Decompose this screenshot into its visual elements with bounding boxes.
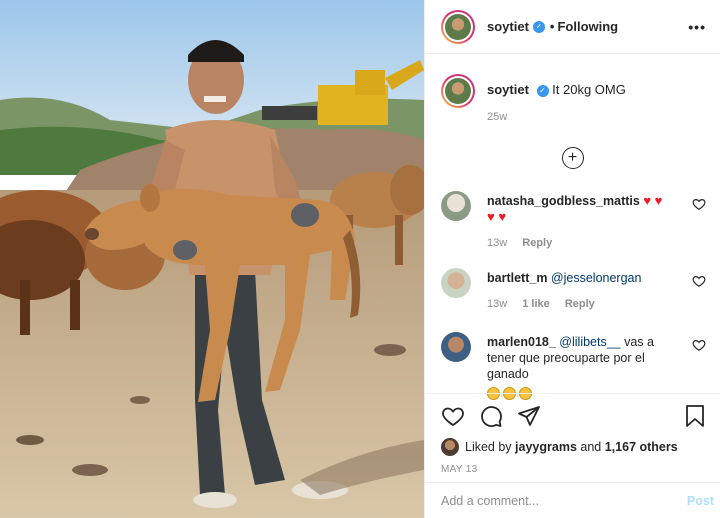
comment-username[interactable]: natasha_godbless_mattis	[487, 194, 640, 208]
plus-circle-icon[interactable]: +	[561, 147, 584, 169]
comment-mention[interactable]: @lilibets__	[559, 335, 620, 349]
like-comment-heart-icon[interactable]	[692, 338, 706, 352]
post-image	[0, 0, 424, 518]
comment-time[interactable]: 13w	[487, 298, 507, 310]
comment-mention[interactable]: @jesselonergan	[551, 271, 642, 285]
likes-count[interactable]: 1,167 others	[605, 440, 678, 454]
verified-icon: ✓	[536, 84, 549, 97]
post-actions-area: Liked by jayygrams and 1,167 others MAY …	[425, 393, 720, 475]
reply-button[interactable]: Reply	[522, 237, 552, 249]
comment-likes[interactable]: 1 like	[522, 298, 550, 310]
more-icon[interactable]: •••	[688, 19, 706, 35]
comment-username[interactable]: bartlett_m	[487, 271, 547, 285]
comment-avatar[interactable]	[441, 191, 471, 221]
caption-username[interactable]: soytiet	[487, 82, 529, 97]
action-bar	[425, 394, 720, 428]
caption-text: It 20kg OMG	[552, 82, 626, 97]
post-comment-button[interactable]: Post	[687, 494, 714, 508]
post-details-panel: soytiet ✓ • Following ••• soytiet ✓ It 2…	[424, 0, 720, 518]
comment-avatar[interactable]	[441, 332, 471, 362]
follow-status-button[interactable]: Following	[557, 19, 618, 34]
comment-item: marlen018_ @lilibets__ vas a tener que p…	[441, 332, 706, 401]
likes-summary: Liked by jayygrams and 1,167 others	[425, 428, 720, 456]
post-header: soytiet ✓ • Following •••	[425, 0, 720, 54]
heart-emoji: ♥ ♥	[643, 193, 663, 208]
heart-emoji: ♥ ♥	[487, 209, 507, 224]
like-comment-heart-icon[interactable]	[692, 197, 706, 211]
share-icon[interactable]	[517, 404, 541, 428]
liker-avatar[interactable]	[441, 438, 459, 456]
caption: soytiet ✓ It 20kg OMG 25w	[425, 54, 720, 123]
post-date[interactable]: MAY 13	[425, 456, 720, 475]
comment-time[interactable]: 13w	[487, 237, 507, 249]
author-avatar[interactable]	[441, 9, 475, 44]
author-username[interactable]: soytiet	[487, 19, 529, 34]
bookmark-icon[interactable]	[684, 404, 706, 428]
verified-icon: ✓	[532, 20, 545, 33]
caption-avatar[interactable]	[441, 74, 475, 108]
separator-dot: •	[549, 19, 555, 34]
liker-username[interactable]: jayygrams	[515, 440, 577, 454]
likes-prefix: Liked by	[465, 440, 512, 454]
comment-avatar[interactable]	[441, 268, 471, 298]
comment-username[interactable]: marlen018_	[487, 335, 556, 349]
likes-middle: and	[580, 440, 602, 454]
post-photo[interactable]	[0, 0, 424, 518]
add-comment-bar: Post	[425, 482, 720, 518]
caption-time[interactable]: 25w	[487, 111, 626, 123]
comment-item: bartlett_m @jesselonergan 13w 1 like Rep…	[441, 268, 706, 312]
reply-button[interactable]: Reply	[565, 298, 595, 310]
heart-icon[interactable]	[441, 404, 465, 428]
comment-item: natasha_godbless_mattis ♥ ♥ ♥ ♥ 13w Repl…	[441, 191, 706, 251]
load-more-comments[interactable]: +	[425, 147, 720, 169]
comment-icon[interactable]	[479, 404, 503, 428]
comment-input[interactable]	[441, 493, 687, 508]
like-comment-heart-icon[interactable]	[692, 274, 706, 288]
